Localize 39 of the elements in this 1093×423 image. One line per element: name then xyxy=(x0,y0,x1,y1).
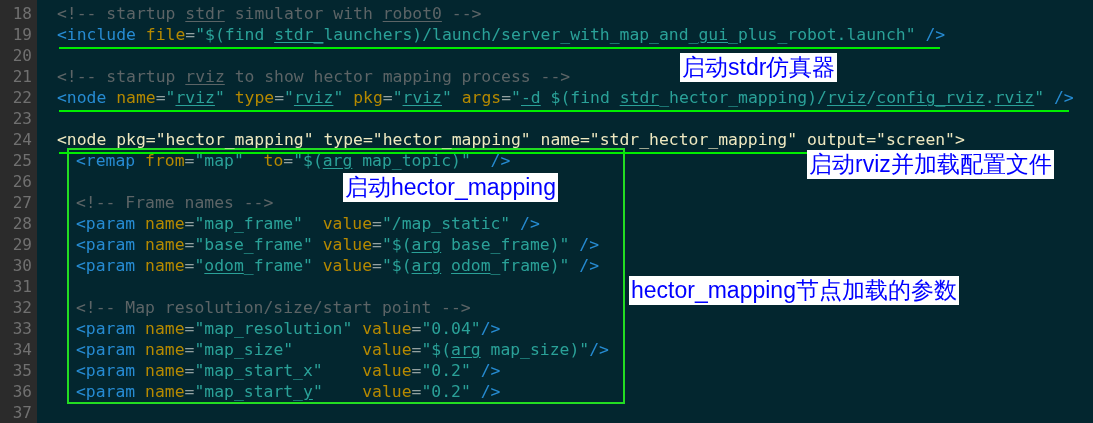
code-line: <param name="odom_frame" value="$(arg odom_frame)" /> xyxy=(76,256,600,275)
line-number: 37 xyxy=(11,402,33,423)
code-line: <!-- Map resolution/size/start point --> xyxy=(76,298,471,317)
code-line: <param name="map_start_x" value="0.2" /> xyxy=(76,361,501,380)
code-line: <remap from="map" to="$(arg map_topic)" /> xyxy=(76,151,511,170)
line-number: 34 xyxy=(11,339,33,360)
line-number: 31 xyxy=(11,276,33,297)
line-number: 32 xyxy=(11,297,33,318)
line-number: 28 xyxy=(11,213,33,234)
line-number: 18 xyxy=(11,3,33,24)
code-line: <param name="map_start_y" value="0.2" /> xyxy=(76,382,501,401)
line-number: 35 xyxy=(11,360,33,381)
annotation-label: 启动hector_mapping xyxy=(343,173,558,202)
line-number: 33 xyxy=(11,318,33,339)
line-number: 30 xyxy=(11,255,33,276)
code-line: <include file="$(find stdr_launchers)/launch/server_with_map_and_gui_plus_robot.launch" /> xyxy=(57,25,946,44)
code-line: <!-- Frame names --> xyxy=(76,193,274,212)
code-line: <!-- startup stdr simulator with robot0 --> xyxy=(57,4,482,23)
code-line: <param name="map_frame" value="/map_static" /> xyxy=(76,214,540,233)
line-number: 23 xyxy=(11,108,33,129)
code-line: <param name="base_frame" value="$(arg base_frame)" /> xyxy=(76,235,600,254)
code-line: <param name="map_resolution" value="0.04"/> xyxy=(76,319,501,338)
code-line: <!-- startup rviz to show hector mapping process --> xyxy=(57,67,571,86)
annotation-label: hector_mapping节点加载的参数 xyxy=(629,276,959,305)
line-number: 22 xyxy=(11,87,33,108)
line-number: 27 xyxy=(11,192,33,213)
line-number: 19 xyxy=(11,24,33,45)
line-number: 20 xyxy=(11,45,33,66)
annotation-label: 启动rviz并加载配置文件 xyxy=(807,150,1054,179)
line-number: 29 xyxy=(11,234,33,255)
annotation-label: 启动stdr仿真器 xyxy=(680,53,838,82)
line-number: 24 xyxy=(11,129,33,150)
code-line: <param name="map_size" value="$(arg map_size)"/> xyxy=(76,340,609,359)
line-number: 21 xyxy=(11,66,33,87)
line-number: 36 xyxy=(11,381,33,402)
code-line: <node name="rviz" type="rviz" pkg="rviz" args="-d $(find stdr_hector_mapping)/rviz/config_rviz.rviz" /> xyxy=(57,88,1074,107)
code-line: <node pkg="hector_mapping" type="hector_mapping" name="stdr_hector_mapping" output="screen"> xyxy=(57,130,965,149)
line-number: 26 xyxy=(11,171,33,192)
line-number: 25 xyxy=(11,150,33,171)
